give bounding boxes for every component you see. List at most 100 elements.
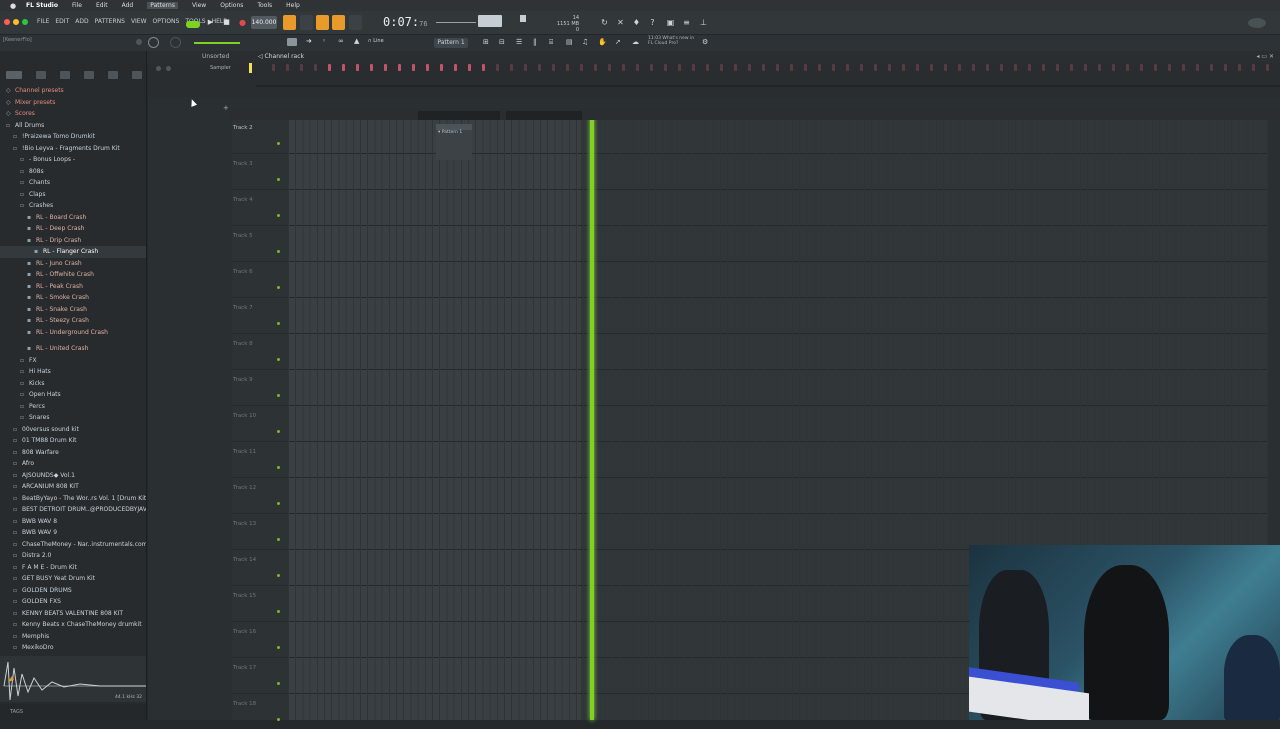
browser-item[interactable]: ◇ Mixer presets — [0, 97, 146, 109]
tuner-icon[interactable]: ♫ — [582, 38, 588, 46]
step-button[interactable] — [384, 64, 387, 71]
browser-item[interactable]: ▫ Open Hats — [0, 389, 146, 401]
step-button[interactable] — [510, 64, 513, 71]
arrow-icon[interactable]: ➜ — [306, 37, 312, 45]
loop-region-2[interactable] — [506, 111, 582, 120]
track-mute-icon[interactable] — [277, 178, 280, 181]
browser-item[interactable]: ▪ RL - Steezy Crash — [0, 315, 146, 327]
browser-item[interactable]: ▫ 808 Warfare — [0, 447, 146, 459]
browser-item[interactable]: ▫ GOLDEN FXS — [0, 596, 146, 608]
step-button[interactable] — [1084, 64, 1087, 71]
browser-item[interactable]: ▫ Afro — [0, 458, 146, 470]
stamp-icon[interactable]: ▲ — [354, 37, 359, 45]
mixer-view-icon[interactable]: ‖ — [533, 38, 537, 46]
browser-item[interactable]: ▫ !Bio Leyva - Fragments Drum Kit — [0, 143, 146, 155]
timeline-ruler[interactable] — [230, 109, 1280, 120]
help-icon[interactable]: ? — [646, 15, 659, 30]
browser-item[interactable]: ◇ Channel presets — [0, 85, 146, 97]
mixer-icon[interactable]: ≡ — [680, 15, 693, 30]
step-button[interactable] — [930, 64, 933, 71]
browser-item[interactable]: ▫ Distra 2.0 — [0, 550, 146, 562]
step-button[interactable] — [818, 64, 821, 71]
step-button[interactable] — [1210, 64, 1213, 71]
settings-icon[interactable]: ⚙ — [702, 38, 708, 46]
step-button[interactable] — [636, 64, 639, 71]
browser-item[interactable]: ▪ RL - Smoke Crash — [0, 292, 146, 304]
track-header[interactable]: Track 3 — [232, 153, 288, 189]
step-button[interactable] — [286, 64, 289, 71]
step-button[interactable] — [944, 64, 947, 71]
step-button[interactable] — [524, 64, 527, 71]
browser-item[interactable]: ▫ Memphis — [0, 631, 146, 643]
track-header[interactable]: Track 13 — [232, 513, 288, 549]
browser-item[interactable]: ▪ RL - Snake Crash — [0, 304, 146, 316]
track-header[interactable]: Track 11 — [232, 441, 288, 477]
zoom-window-button[interactable] — [22, 19, 28, 25]
sort-label[interactable]: Unsorted — [202, 53, 229, 60]
browser-item[interactable]: ▫ BeatByYayo - The Wor..rs Vol. 1 [Drum K… — [0, 493, 146, 505]
step-button[interactable] — [790, 64, 793, 71]
browser-view-icon[interactable]: ⌸ — [549, 38, 553, 47]
track-mute-icon[interactable] — [277, 646, 280, 649]
tempo-display[interactable]: 140.000 — [251, 16, 277, 29]
step-button[interactable] — [622, 64, 625, 71]
step-button[interactable] — [1196, 64, 1199, 71]
close-window-button[interactable] — [4, 19, 10, 25]
fl-menu-file[interactable]: FILE — [37, 18, 49, 25]
step-button[interactable] — [426, 64, 429, 71]
step-button[interactable] — [1168, 64, 1171, 71]
step-button[interactable] — [748, 64, 751, 71]
step-button[interactable] — [902, 64, 905, 71]
news-panel[interactable]: 11:03 What's new in FL Cloud Pro? — [648, 36, 698, 46]
browser-item[interactable]: ▫ - Bonus Loops - — [0, 154, 146, 166]
browser-item[interactable]: ▪ RL - Board Crash — [0, 212, 146, 224]
step-button[interactable] — [972, 64, 975, 71]
browser-item[interactable]: ▫ BWB WAV 9 — [0, 527, 146, 539]
browser-item[interactable]: ▫ KENNY BEATS VALENTINE 808 KIT — [0, 608, 146, 620]
step-button[interactable] — [594, 64, 597, 71]
step-button[interactable] — [706, 64, 709, 71]
step-button[interactable] — [552, 64, 555, 71]
step-button[interactable] — [1154, 64, 1157, 71]
step-button[interactable] — [454, 64, 457, 71]
keyboard-icon[interactable] — [287, 38, 297, 46]
waveform-preview[interactable]: 44.1 kHz 32 — [0, 656, 146, 702]
channel-rack-icon[interactable]: ☰ — [516, 38, 522, 46]
browser-item[interactable]: ▪ RL - Deep Crash — [0, 223, 146, 235]
touch-icon[interactable]: ✋ — [598, 38, 607, 46]
browser-item[interactable]: ▫ ARCANIUM 808 KIT — [0, 481, 146, 493]
knob-icon[interactable] — [136, 39, 142, 45]
step-button[interactable] — [650, 64, 653, 71]
track-header[interactable]: Track 10 — [232, 405, 288, 441]
step-button[interactable] — [916, 64, 919, 71]
pattern-clip[interactable]: ▾ Pattern 1 — [436, 124, 472, 160]
master-pan-knob[interactable] — [170, 37, 181, 48]
track-header[interactable]: Track 12 — [232, 477, 288, 513]
step-button[interactable] — [860, 64, 863, 71]
step-button[interactable] — [1014, 64, 1017, 71]
panel-window-buttons[interactable]: ◂ ▭ ✕ — [1256, 53, 1274, 60]
track-mute-icon[interactable] — [277, 142, 280, 145]
step-button[interactable] — [1182, 64, 1185, 71]
step-button[interactable] — [356, 64, 359, 71]
menu-add[interactable]: Add — [122, 2, 134, 9]
step-button[interactable] — [804, 64, 807, 71]
fl-menu-add[interactable]: ADD — [75, 18, 88, 25]
step-button[interactable] — [1000, 64, 1003, 71]
apple-icon[interactable]: ● — [10, 2, 20, 10]
browser-item[interactable]: ▫ All Drums — [0, 120, 146, 132]
mic-icon[interactable]: ♦ — [630, 15, 643, 30]
playlist-icon[interactable]: ⊞ — [483, 38, 489, 46]
browser-item[interactable]: ▫ Kenny Beats x ChaseTheMoney drumkit — [0, 619, 146, 631]
menu-file[interactable]: File — [72, 2, 82, 9]
fl-menu-view[interactable]: VIEW — [131, 18, 147, 25]
plugin-picker-icon[interactable]: ▤ — [566, 38, 573, 46]
master-pitch-slider[interactable] — [436, 22, 476, 23]
browser-item[interactable]: ▫ 00versus sound kit — [0, 424, 146, 436]
track-mute-icon[interactable] — [277, 466, 280, 469]
step-button[interactable] — [1056, 64, 1059, 71]
step-button[interactable] — [1112, 64, 1115, 71]
browser-item[interactable]: ▫ Percs — [0, 401, 146, 413]
loop-record-button[interactable] — [349, 15, 362, 30]
menu-help[interactable]: Help — [286, 2, 300, 9]
